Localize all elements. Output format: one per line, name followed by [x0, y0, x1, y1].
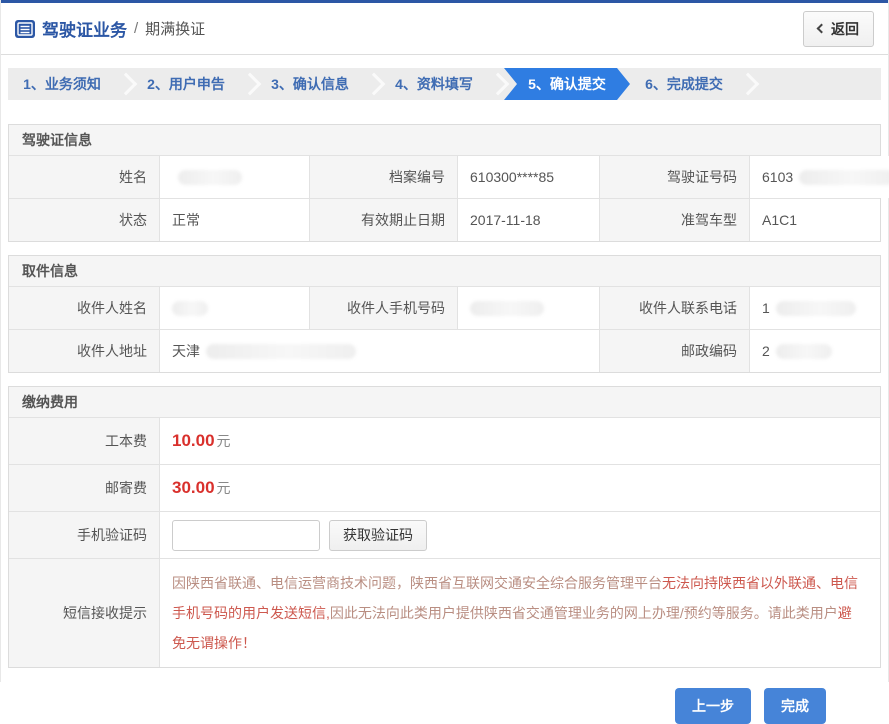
recipient-address-label: 收件人地址 — [9, 330, 159, 372]
breadcrumb: 驾驶证业务 / 期满换证 — [15, 16, 205, 41]
table-row: 短信接收提示 因陕西省联通、电信运营商技术问题，陕西省互联网交通安全综合服务管理… — [9, 558, 880, 667]
redacted-value — [776, 344, 832, 359]
pickup-info-section: 取件信息 收件人姓名 收件人手机号码 收件人联系电话 1 收件人地址 天津 邮政… — [8, 255, 881, 373]
recipient-address-value: 天津 — [159, 330, 599, 372]
license-no-label: 驾驶证号码 — [599, 156, 749, 198]
step-2-user-declaration: 2、用户申告 — [132, 68, 240, 100]
recipient-mobile-value — [457, 287, 599, 329]
page: 驾驶证业务 / 期满换证 返回 1、业务须知 2、用户申告 3、确认信息 4、资… — [0, 0, 889, 682]
sms-code-input[interactable] — [172, 520, 320, 551]
step-separator-icon — [240, 68, 256, 100]
production-fee-label: 工本费 — [9, 418, 159, 464]
sms-code-label: 手机验证码 — [9, 512, 159, 558]
table-row: 姓名 档案编号 610300****85 驾驶证号码 6103 — [9, 155, 880, 198]
step-5-confirm-submit-active: 5、确认提交 — [504, 68, 630, 100]
get-sms-code-button[interactable]: 获取验证码 — [329, 520, 427, 551]
breadcrumb-current: 期满换证 — [145, 18, 205, 39]
file-no-label: 档案编号 — [309, 156, 457, 198]
sms-code-field-group: 获取验证码 — [159, 512, 880, 558]
table-row: 状态 正常 有效期止日期 2017-11-18 准驾车型 A1C1 — [9, 198, 880, 241]
page-header: 驾驶证业务 / 期满换证 返回 — [1, 3, 888, 55]
vehicle-class-value: A1C1 — [749, 199, 880, 241]
redacted-value — [178, 170, 242, 185]
finish-button[interactable]: 完成 — [764, 688, 826, 724]
sms-notice-value: 因陕西省联通、电信运营商技术问题，陕西省互联网交通安全综合服务管理平台无法向持陕… — [159, 559, 880, 667]
redacted-value — [206, 344, 356, 359]
postal-code-label: 邮政编码 — [599, 330, 749, 372]
license-info-section-title: 驾驶证信息 — [9, 125, 880, 155]
step-1-business-notice: 1、业务须知 — [8, 68, 116, 100]
step-4-fill-info: 4、资料填写 — [380, 68, 488, 100]
recipient-name-label: 收件人姓名 — [9, 287, 159, 329]
production-fee-value: 10.00 元 — [159, 418, 880, 464]
footer-actions: 上一步 完成 — [1, 688, 826, 724]
back-button[interactable]: 返回 — [803, 11, 874, 47]
sms-notice-text: 因陕西省联通、电信运营商技术问题，陕西省互联网交通安全综合服务管理平台无法向持陕… — [172, 568, 860, 658]
production-fee-amount: 10.00 — [172, 431, 215, 451]
step-separator-icon — [364, 68, 380, 100]
license-info-section: 驾驶证信息 姓名 档案编号 610300****85 驾驶证号码 6103 状态… — [8, 124, 881, 242]
postage-fee-amount: 30.00 — [172, 478, 215, 498]
redacted-value — [172, 301, 208, 316]
valid-until-value: 2017-11-18 — [457, 199, 599, 241]
table-row: 工本费 10.00 元 — [9, 417, 880, 464]
chevron-left-icon — [817, 24, 827, 34]
production-fee-unit: 元 — [217, 431, 231, 451]
postage-fee-value: 30.00 元 — [159, 465, 880, 511]
redacted-value — [776, 301, 856, 316]
fees-section-title: 缴纳费用 — [9, 387, 880, 417]
license-list-icon — [15, 19, 35, 39]
step-separator-icon — [488, 68, 504, 100]
table-row: 邮寄费 30.00 元 — [9, 464, 880, 511]
status-value: 正常 — [159, 199, 309, 241]
table-row: 收件人姓名 收件人手机号码 收件人联系电话 1 — [9, 286, 880, 329]
name-value — [159, 156, 309, 198]
status-label: 状态 — [9, 199, 159, 241]
steps-filler — [754, 68, 881, 100]
fees-section: 缴纳费用 工本费 10.00 元 邮寄费 30.00 元 手机验证码 获取验证码… — [8, 386, 881, 668]
postal-code-value: 2 — [749, 330, 880, 372]
license-no-value: 6103 — [749, 156, 889, 198]
postage-fee-unit: 元 — [217, 478, 231, 498]
table-row: 手机验证码 获取验证码 — [9, 511, 880, 558]
table-row: 收件人地址 天津 邮政编码 2 — [9, 329, 880, 372]
valid-until-label: 有效期止日期 — [309, 199, 457, 241]
page-title: 驾驶证业务 — [42, 16, 127, 41]
step-3-confirm-info: 3、确认信息 — [256, 68, 364, 100]
recipient-phone-label: 收件人联系电话 — [599, 287, 749, 329]
step-6-complete-submit: 6、完成提交 — [630, 68, 738, 100]
recipient-mobile-label: 收件人手机号码 — [309, 287, 457, 329]
step-separator-icon — [116, 68, 132, 100]
redacted-value — [470, 301, 544, 316]
recipient-phone-value: 1 — [749, 287, 880, 329]
recipient-name-value — [159, 287, 309, 329]
prev-step-button[interactable]: 上一步 — [675, 688, 751, 724]
breadcrumb-separator: / — [134, 20, 138, 37]
step-separator-icon — [738, 68, 754, 100]
vehicle-class-label: 准驾车型 — [599, 199, 749, 241]
file-no-value: 610300****85 — [457, 156, 599, 198]
back-button-label: 返回 — [831, 19, 859, 39]
pickup-info-section-title: 取件信息 — [9, 256, 880, 286]
name-label: 姓名 — [9, 156, 159, 198]
redacted-value — [799, 170, 889, 185]
postage-fee-label: 邮寄费 — [9, 465, 159, 511]
sms-notice-label: 短信接收提示 — [9, 559, 159, 667]
wizard-steps: 1、业务须知 2、用户申告 3、确认信息 4、资料填写 5、确认提交 6、完成提… — [8, 68, 881, 100]
